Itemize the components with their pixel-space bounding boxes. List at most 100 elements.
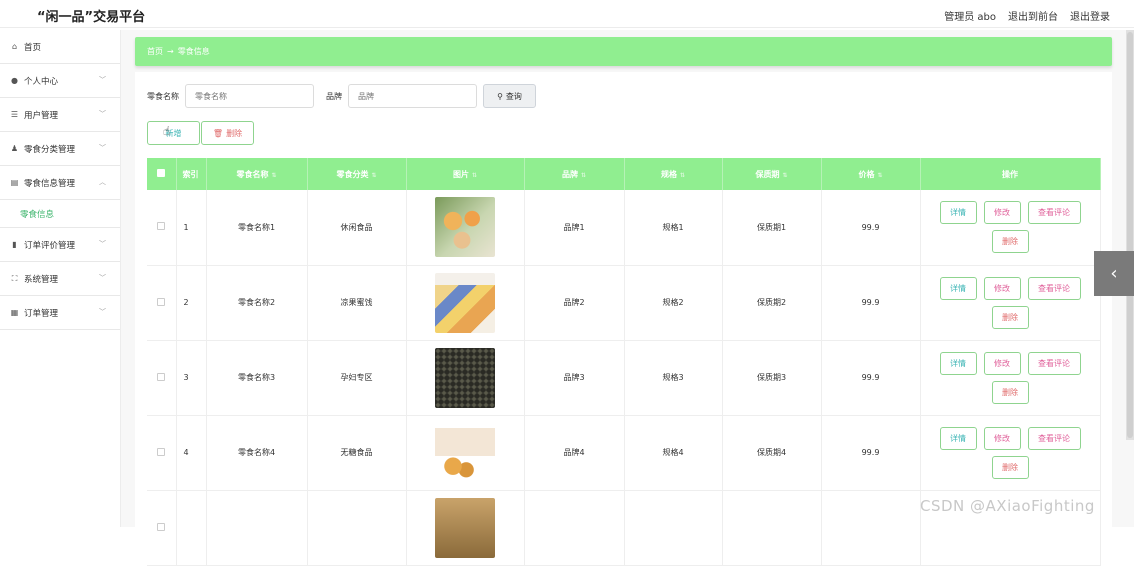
watermark: CSDN @AXiaoFighting bbox=[920, 497, 1095, 515]
name-label: 零食名称 bbox=[147, 91, 179, 101]
select-all-checkbox[interactable] bbox=[157, 169, 166, 177]
cell-price: 99.9 bbox=[821, 190, 921, 266]
column-header[interactable]: 保质期 ⇅ bbox=[722, 158, 822, 190]
brand-input[interactable] bbox=[348, 84, 477, 108]
sidebar-item-snack-info[interactable]: ▤ 零食信息管理 ︿ bbox=[0, 166, 120, 200]
cell-category: 孕妇专区 bbox=[307, 340, 407, 416]
sort-icon[interactable]: ⇅ bbox=[680, 172, 685, 179]
cell-price: 99.9 bbox=[821, 265, 921, 341]
breadcrumb: 首页 → 零食信息 bbox=[135, 37, 1112, 66]
column-header[interactable]: 品牌 ⇅ bbox=[524, 158, 625, 190]
sort-icon[interactable]: ⇅ bbox=[271, 172, 276, 179]
sidebar-item-home[interactable]: ⌂ 首页 bbox=[0, 30, 120, 64]
chevron-down-icon: ﹀ bbox=[99, 240, 106, 248]
chevron-left-icon[interactable]: ‹ bbox=[1094, 251, 1134, 296]
batch-delete-button[interactable]: 🗑 删除 bbox=[201, 121, 254, 145]
row-select-cell[interactable] bbox=[147, 265, 177, 341]
top-header: “闲一品”交易平台 管理员 abo 退出到前台 退出登录 bbox=[0, 0, 1134, 28]
add-button[interactable]: 新增 bbox=[147, 121, 200, 145]
sidebar-item-personal-center[interactable]: ● 个人中心 ﹀ bbox=[0, 64, 120, 98]
sort-icon[interactable]: ⇅ bbox=[472, 172, 477, 179]
breadcrumb-home[interactable]: 首页 bbox=[147, 46, 163, 57]
sort-icon[interactable]: ⇅ bbox=[581, 172, 586, 179]
sort-icon[interactable]: ⇅ bbox=[877, 172, 882, 179]
column-header[interactable]: 价格 ⇅ bbox=[821, 158, 921, 190]
table-header: 索引 零食名称 ⇅ 零食分类 ⇅ 图片 ⇅ 品牌 ⇅ 规格 ⇅ 保质期 ⇅ 价格 ⇅ 操作 bbox=[147, 158, 1101, 190]
arrow-right-icon: → bbox=[167, 47, 174, 56]
query-button-label: 查询 bbox=[505, 91, 522, 101]
cell-image bbox=[406, 415, 525, 491]
sidebar-item-label: 用户管理 bbox=[24, 110, 59, 121]
column-header[interactable]: 零食分类 ⇅ bbox=[307, 158, 407, 190]
detail-button[interactable]: 详情 bbox=[939, 351, 977, 375]
store-icon: ▤ bbox=[10, 178, 19, 187]
delete-row-button[interactable]: 删除 bbox=[991, 230, 1029, 254]
sidebar-item-label: 订单评价管理 bbox=[24, 240, 76, 251]
detail-button[interactable]: 详情 bbox=[939, 276, 977, 300]
row-select-cell[interactable] bbox=[147, 190, 177, 266]
cell-shelf-life: 保质期3 bbox=[722, 340, 822, 416]
snack-name-input[interactable] bbox=[185, 84, 314, 108]
row-checkbox[interactable] bbox=[157, 447, 166, 456]
detail-button[interactable]: 详情 bbox=[939, 201, 977, 225]
row-checkbox[interactable] bbox=[157, 297, 166, 306]
sidebar-item-label: 零食信息管理 bbox=[24, 178, 76, 189]
scrollbar-thumb[interactable] bbox=[1127, 32, 1133, 438]
column-header[interactable]: 零食名称 ⇅ bbox=[206, 158, 308, 190]
delete-row-button[interactable]: 删除 bbox=[991, 455, 1029, 479]
sort-icon[interactable]: ⇅ bbox=[371, 172, 376, 179]
sidebar-subitem-snack-info[interactable]: 零食信息 bbox=[0, 200, 120, 228]
column-header[interactable]: 规格 ⇅ bbox=[624, 158, 723, 190]
cell-brand: 品牌1 bbox=[524, 190, 625, 266]
sidebar-item-user-management[interactable]: ☰ 用户管理 ﹀ bbox=[0, 98, 120, 132]
sidebar-item-order-management[interactable]: ▦ 订单管理 ﹀ bbox=[0, 296, 120, 330]
back-to-front-link[interactable]: 退出到前台 bbox=[1008, 8, 1058, 23]
breadcrumb-current: 零食信息 bbox=[177, 47, 210, 56]
cell-image bbox=[406, 190, 525, 266]
sidebar-item-snack-category[interactable]: ♟ 零食分类管理 ﹀ bbox=[0, 132, 120, 166]
column-header-label: 保质期 bbox=[755, 169, 780, 179]
cell-index: 4 bbox=[176, 415, 207, 491]
sidebar-item-system[interactable]: ⛶ 系统管理 ﹀ bbox=[0, 262, 120, 296]
select-all-cell[interactable] bbox=[147, 158, 177, 190]
table-row: 1 零食名称1 休闲食品 品牌1 规格1 保质期1 99.9 详情 修改 查看评… bbox=[147, 190, 1101, 266]
brand-label: 品牌 bbox=[326, 91, 342, 101]
row-select-cell[interactable] bbox=[147, 340, 177, 416]
hand-cursor-icon: ☝ bbox=[163, 124, 171, 138]
row-select-cell[interactable] bbox=[147, 490, 177, 566]
delete-button-label: 删除 bbox=[226, 128, 243, 138]
view-reviews-button[interactable]: 查看评论 bbox=[1027, 426, 1081, 450]
cell-category: 休闲食品 bbox=[307, 190, 407, 266]
view-reviews-button[interactable]: 查看评论 bbox=[1027, 201, 1081, 225]
row-checkbox[interactable] bbox=[157, 372, 166, 381]
delete-row-button[interactable]: 删除 bbox=[991, 305, 1029, 329]
logout-link[interactable]: 退出登录 bbox=[1070, 8, 1110, 23]
detail-button[interactable]: 详情 bbox=[939, 426, 977, 450]
cell-price bbox=[821, 490, 921, 566]
cell-shelf-life bbox=[722, 490, 822, 566]
cell-shelf-life: 保质期2 bbox=[722, 265, 822, 341]
table-row: 2 零食名称2 凉果蜜饯 品牌2 规格2 保质期2 99.9 详情 修改 查看评… bbox=[147, 265, 1101, 341]
sidebar-item-label: 订单管理 bbox=[24, 308, 59, 319]
sidebar-item-order-review[interactable]: ▮ 订单评价管理 ﹀ bbox=[0, 228, 120, 262]
edit-button[interactable]: 修改 bbox=[983, 426, 1021, 450]
column-header-label: 品牌 bbox=[561, 169, 578, 179]
column-header[interactable]: 图片 ⇅ bbox=[406, 158, 525, 190]
cell-category: 凉果蜜饯 bbox=[307, 265, 407, 341]
row-checkbox[interactable] bbox=[157, 222, 166, 231]
cell-index: 1 bbox=[176, 190, 207, 266]
sort-icon[interactable]: ⇅ bbox=[782, 172, 787, 179]
header-links: 管理员 abo 退出到前台 退出登录 bbox=[944, 8, 1110, 23]
delete-row-button[interactable]: 删除 bbox=[991, 380, 1029, 404]
edit-button[interactable]: 修改 bbox=[983, 276, 1021, 300]
chevron-down-icon: ﹀ bbox=[99, 76, 106, 84]
edit-button[interactable]: 修改 bbox=[983, 351, 1021, 375]
edit-button[interactable]: 修改 bbox=[983, 201, 1021, 225]
view-reviews-button[interactable]: 查看评论 bbox=[1027, 276, 1081, 300]
row-select-cell[interactable] bbox=[147, 415, 177, 491]
query-button[interactable]: ⚲ 查询 bbox=[483, 84, 536, 108]
cell-index bbox=[176, 490, 207, 566]
view-reviews-button[interactable]: 查看评论 bbox=[1027, 351, 1081, 375]
cell-actions: 详情 修改 查看评论 删除 bbox=[920, 265, 1101, 341]
main-content: 首页 → 零食信息 零食名称 品牌 ⚲ 查询 新增 🗑 删除 ☝ bbox=[121, 30, 1134, 566]
